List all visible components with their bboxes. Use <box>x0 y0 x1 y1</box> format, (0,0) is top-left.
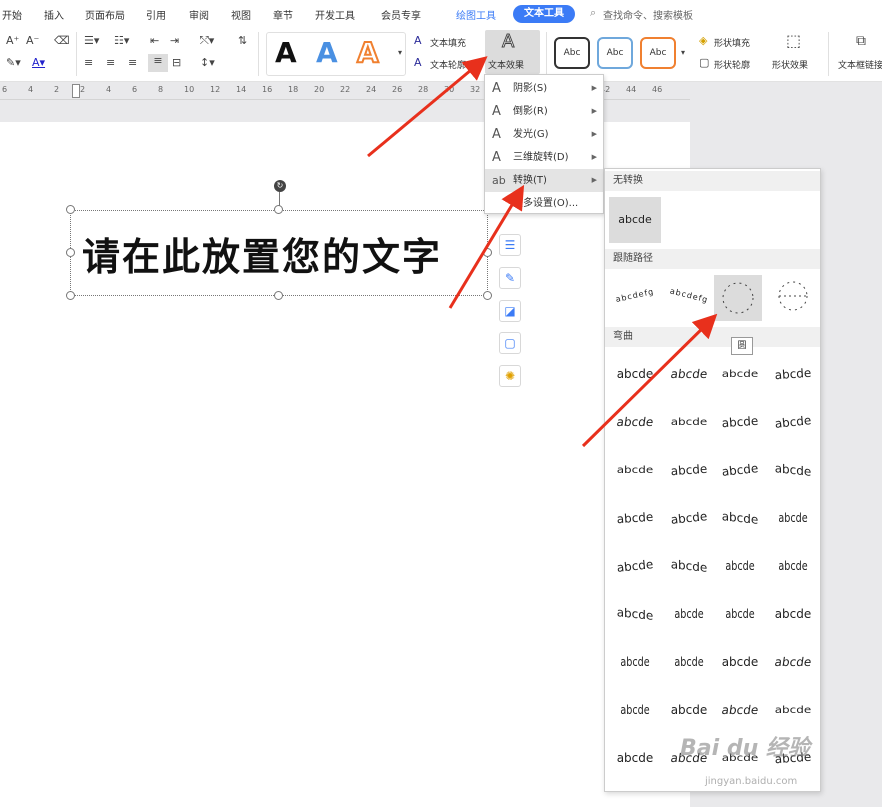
annotation-arrows <box>367 56 718 448</box>
arrow-to-transform <box>448 184 525 309</box>
app-window: 开始 插入 页面布局 引用 审阅 视图 章节 开发工具 会员专享 绘图工具 文本… <box>0 0 882 807</box>
arrow-to-circle <box>581 313 718 448</box>
arrow-to-effects <box>367 56 488 158</box>
